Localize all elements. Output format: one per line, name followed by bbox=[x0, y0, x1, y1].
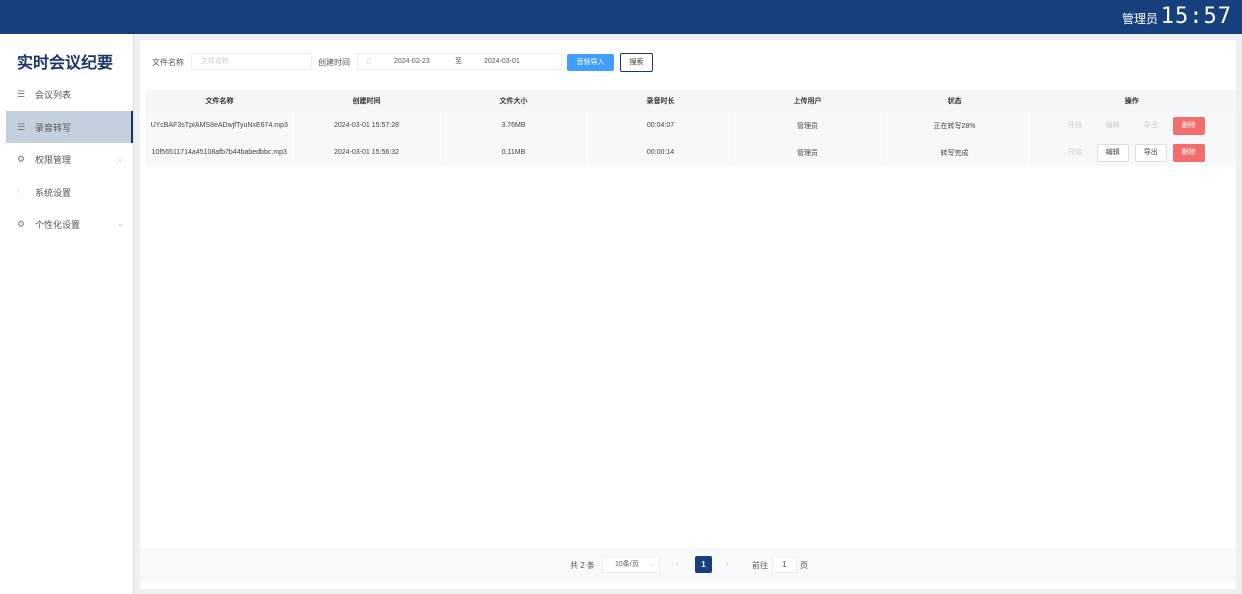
sidebar-item-transcription[interactable]: ☰ 录音转写 bbox=[6, 111, 133, 143]
file-name: 10f56511714a45108afb7b44babedbbc.mp3 bbox=[146, 139, 294, 166]
chevron-down-icon: ⌄ bbox=[117, 156, 123, 163]
created-time-label: 创建时间 bbox=[318, 58, 350, 67]
file-size: 3.76MB bbox=[440, 112, 588, 139]
actions: 开始 编辑 导出 删除 bbox=[1028, 112, 1236, 139]
nav-label: 个性化设置 bbox=[35, 219, 81, 230]
upload-user: 管理员 bbox=[734, 139, 882, 166]
top-bar: 管理员 ⌄ 15:57 bbox=[0, 0, 1242, 34]
file-name-label: 文件名称 bbox=[152, 58, 184, 67]
edit-button[interactable]: 编辑 bbox=[1096, 143, 1129, 162]
nav-label: 权限管理 bbox=[35, 154, 72, 165]
table-header: 文件名称 创建时间 文件大小 录音时长 上传用户 状态 操作 bbox=[146, 90, 1236, 112]
chevron-down-icon: ⌄ bbox=[117, 221, 123, 228]
file-name-input[interactable]: 文件名称 bbox=[191, 53, 312, 70]
edit-button[interactable]: 编辑 bbox=[1097, 117, 1129, 135]
sidebar-item-personalization[interactable]: ⚙ 个性化设置 ⌄ bbox=[6, 208, 133, 240]
nav-label: 系统设置 bbox=[35, 187, 72, 198]
table-row: 10f56511714a45108afb7b44babedbbc.mp3 202… bbox=[146, 139, 1236, 166]
col-header: 文件大小 bbox=[440, 90, 587, 112]
sliders-icon: ⫶ bbox=[17, 186, 20, 197]
export-button[interactable]: 导出 bbox=[1134, 143, 1167, 162]
col-header: 文件名称 bbox=[146, 90, 293, 112]
nodes-icon: ⚙ bbox=[17, 153, 26, 164]
nav-label: 会议列表 bbox=[35, 89, 72, 100]
clock: 15:57 bbox=[1160, 4, 1232, 29]
sidebar-item-permissions[interactable]: ⚙ 权限管理 ⌄ bbox=[6, 143, 133, 175]
created-time: 2024-03-01 15:56:32 bbox=[293, 139, 441, 166]
recordings-table: 文件名称 创建时间 文件大小 录音时长 上传用户 状态 操作 UYcBAF3sT… bbox=[146, 90, 1236, 166]
file-name: UYcBAF3sTpIAMS8eADwjfTyuNxE674.mp3 bbox=[146, 112, 294, 139]
date-end[interactable]: 2024-03-01 bbox=[484, 54, 520, 69]
table-row: UYcBAF3sTpIAMS8eADwjfTyuNxE674.mp3 2024-… bbox=[146, 112, 1236, 139]
sidebar-item-system-settings[interactable]: ⫶ 系统设置 bbox=[6, 176, 133, 208]
next-page-button[interactable]: › bbox=[726, 559, 729, 568]
file-size: 0.11MB bbox=[440, 139, 588, 166]
status: 转写完成 bbox=[881, 139, 1029, 166]
goto-page-input[interactable]: 1 bbox=[772, 556, 797, 573]
import-audio-button[interactable]: 音频导入 bbox=[567, 54, 614, 71]
delete-button[interactable]: 删除 bbox=[1172, 116, 1205, 135]
app-title: 实时会议纪要 bbox=[17, 55, 114, 72]
list-icon: ☰ bbox=[17, 88, 26, 99]
status: 正在转写28% bbox=[881, 112, 1029, 139]
page-unit-label: 页 bbox=[800, 561, 808, 570]
sidebar: 实时会议纪要 ☰ 会议列表 ☰ 录音转写 ⚙ 权限管理 ⌄ ⫶ 系统设置 ⚙ 个性化设置 ⌄ bbox=[0, 34, 134, 594]
user-name: 管理员 bbox=[1121, 12, 1158, 26]
col-header: 状态 bbox=[881, 90, 1028, 112]
duration: 00:04:07 bbox=[587, 112, 735, 139]
col-header: 上传用户 bbox=[734, 90, 881, 112]
pagination: 共 2 条 10条/页 ⌄ ‹ 1 › 前往 1 页 bbox=[140, 548, 1236, 582]
content-panel: 文件名称 文件名称 创建时间 ▯ 2024-02-23 至 2024-03-01… bbox=[140, 40, 1236, 589]
search-button[interactable]: 搜索 bbox=[620, 53, 653, 72]
page-1-button[interactable]: 1 bbox=[695, 556, 712, 573]
start-button[interactable]: 开始 bbox=[1059, 144, 1091, 162]
page-size-select[interactable]: 10条/页 ⌄ bbox=[602, 556, 660, 573]
col-header: 创建时间 bbox=[293, 90, 440, 112]
date-range-picker[interactable]: ▯ 2024-02-23 至 2024-03-01 bbox=[357, 53, 562, 70]
upload-user: 管理员 bbox=[734, 112, 882, 139]
created-time: 2024-03-01 15:57:28 bbox=[293, 112, 441, 139]
nav-label: 录音转写 bbox=[35, 122, 72, 133]
list-icon: ☰ bbox=[17, 121, 26, 132]
date-separator: 至 bbox=[455, 58, 462, 65]
nodes-icon: ⚙ bbox=[17, 218, 26, 229]
duration: 00:00:14 bbox=[587, 139, 735, 166]
actions: 开始 编辑 导出 删除 bbox=[1028, 139, 1236, 166]
delete-button[interactable]: 删除 bbox=[1172, 143, 1205, 162]
goto-label: 前往 bbox=[752, 561, 768, 570]
page-size-value: 10条/页 bbox=[615, 561, 639, 568]
chevron-down-icon: ⌄ bbox=[649, 561, 655, 568]
total-count: 共 2 条 bbox=[570, 561, 595, 570]
col-header: 录音时长 bbox=[587, 90, 734, 112]
prev-page-button[interactable]: ‹ bbox=[676, 559, 679, 568]
sidebar-item-meeting-list[interactable]: ☰ 会议列表 bbox=[6, 78, 133, 110]
col-header: 操作 bbox=[1028, 90, 1236, 112]
export-button[interactable]: 导出 bbox=[1135, 117, 1167, 135]
calendar-icon: ▯ bbox=[367, 58, 371, 65]
date-start[interactable]: 2024-02-23 bbox=[394, 54, 430, 69]
start-button[interactable]: 开始 bbox=[1059, 117, 1091, 135]
